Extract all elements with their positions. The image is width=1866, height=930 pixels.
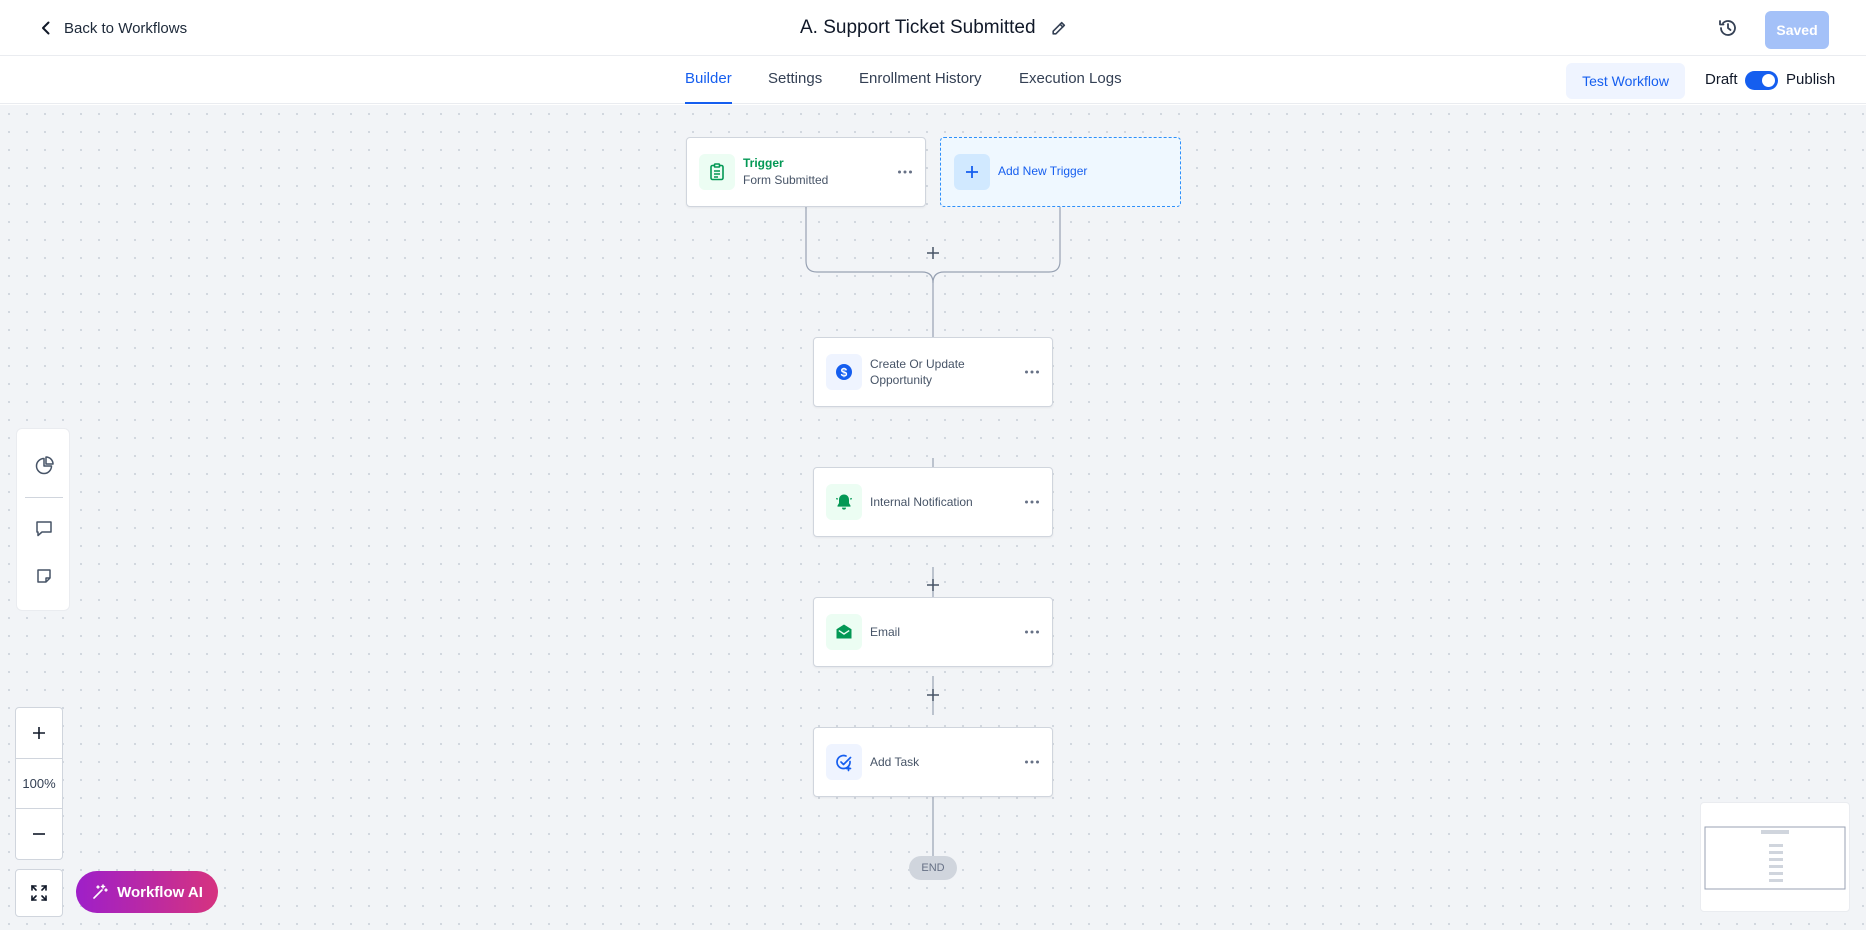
workflow-title: A. Support Ticket Submitted	[800, 14, 1067, 42]
more-options-icon[interactable]	[1024, 756, 1040, 768]
pencil-edit-icon[interactable]	[1050, 20, 1067, 37]
workflow-title-text: A. Support Ticket Submitted	[800, 17, 1036, 38]
zoom-out-button[interactable]	[16, 809, 62, 859]
add-step-plus-icon[interactable]	[926, 578, 940, 592]
plus-icon	[33, 727, 45, 739]
back-label: Back to Workflows	[64, 19, 188, 37]
pie-chart-icon[interactable]	[33, 455, 55, 477]
add-step-plus-icon[interactable]	[926, 246, 940, 260]
publish-label: Publish	[1786, 71, 1836, 88]
action-label: Create Or Update Opportunity	[870, 357, 965, 387]
task-check-icon	[826, 744, 862, 780]
add-step-plus-icon[interactable]	[926, 688, 940, 702]
minimap-preview	[1704, 826, 1846, 890]
zoom-in-button[interactable]	[16, 708, 62, 758]
svg-text:$: $	[841, 365, 848, 379]
trigger-label: Trigger Form Submitted	[743, 155, 883, 189]
workflow-ai-label: Workflow AI	[117, 883, 203, 901]
magic-wand-icon	[93, 884, 108, 899]
mail-open-icon	[826, 614, 862, 650]
more-options-icon[interactable]	[1024, 626, 1040, 638]
fit-to-screen-button[interactable]	[15, 869, 63, 917]
top-header: Back to Workflows A. Support Ticket Subm…	[0, 0, 1866, 56]
expand-icon	[31, 885, 47, 901]
trigger-title: Trigger	[743, 156, 784, 170]
end-marker: END	[909, 856, 957, 880]
test-workflow-button[interactable]: Test Workflow	[1566, 63, 1685, 99]
add-new-trigger-label: Add New Trigger	[998, 164, 1088, 178]
tool-divider	[25, 497, 63, 498]
action-node-add-task[interactable]: Add Task	[813, 727, 1053, 797]
action-label: Email	[870, 625, 901, 639]
add-new-trigger-button[interactable]: Add New Trigger	[940, 137, 1181, 207]
tab-bar: Builder Settings Enrollment History Exec…	[0, 56, 1866, 104]
action-node-internal-notification[interactable]: Internal Notification	[813, 467, 1053, 537]
clipboard-icon	[699, 154, 735, 190]
minimap[interactable]	[1700, 802, 1850, 912]
comment-icon[interactable]	[33, 517, 55, 539]
minus-icon	[33, 833, 45, 835]
workflow-canvas[interactable]: Trigger Form Submitted Add New Trigger $…	[0, 105, 1866, 930]
dollar-icon: $	[826, 354, 862, 390]
plus-icon	[954, 154, 990, 190]
action-label: Add Task	[870, 755, 920, 769]
trigger-node[interactable]: Trigger Form Submitted	[686, 137, 926, 207]
back-to-workflows-link[interactable]: Back to Workflows	[38, 16, 187, 40]
action-node-create-opportunity[interactable]: $ Create Or Update Opportunity	[813, 337, 1053, 407]
publish-toggle[interactable]	[1745, 71, 1778, 90]
bell-icon	[826, 484, 862, 520]
side-tool-panel	[16, 428, 70, 611]
tab-enrollment-history[interactable]: Enrollment History	[859, 56, 982, 104]
tab-builder[interactable]: Builder	[685, 56, 732, 104]
zoom-level: 100%	[16, 758, 62, 809]
tab-settings[interactable]: Settings	[768, 56, 822, 104]
action-label: Internal Notification	[870, 495, 973, 509]
sticky-note-icon[interactable]	[33, 565, 55, 587]
saved-button[interactable]: Saved	[1765, 11, 1829, 49]
history-icon[interactable]	[1717, 17, 1739, 39]
chevron-left-icon	[42, 21, 50, 35]
action-node-email[interactable]: Email	[813, 597, 1053, 667]
workflow-ai-button[interactable]: Workflow AI	[76, 871, 218, 913]
trigger-subtitle: Form Submitted	[743, 173, 829, 187]
more-options-icon[interactable]	[897, 166, 913, 178]
zoom-controls: 100%	[15, 707, 63, 860]
tab-execution-logs[interactable]: Execution Logs	[1019, 56, 1122, 104]
more-options-icon[interactable]	[1024, 366, 1040, 378]
draft-label: Draft	[1705, 71, 1738, 88]
more-options-icon[interactable]	[1024, 496, 1040, 508]
